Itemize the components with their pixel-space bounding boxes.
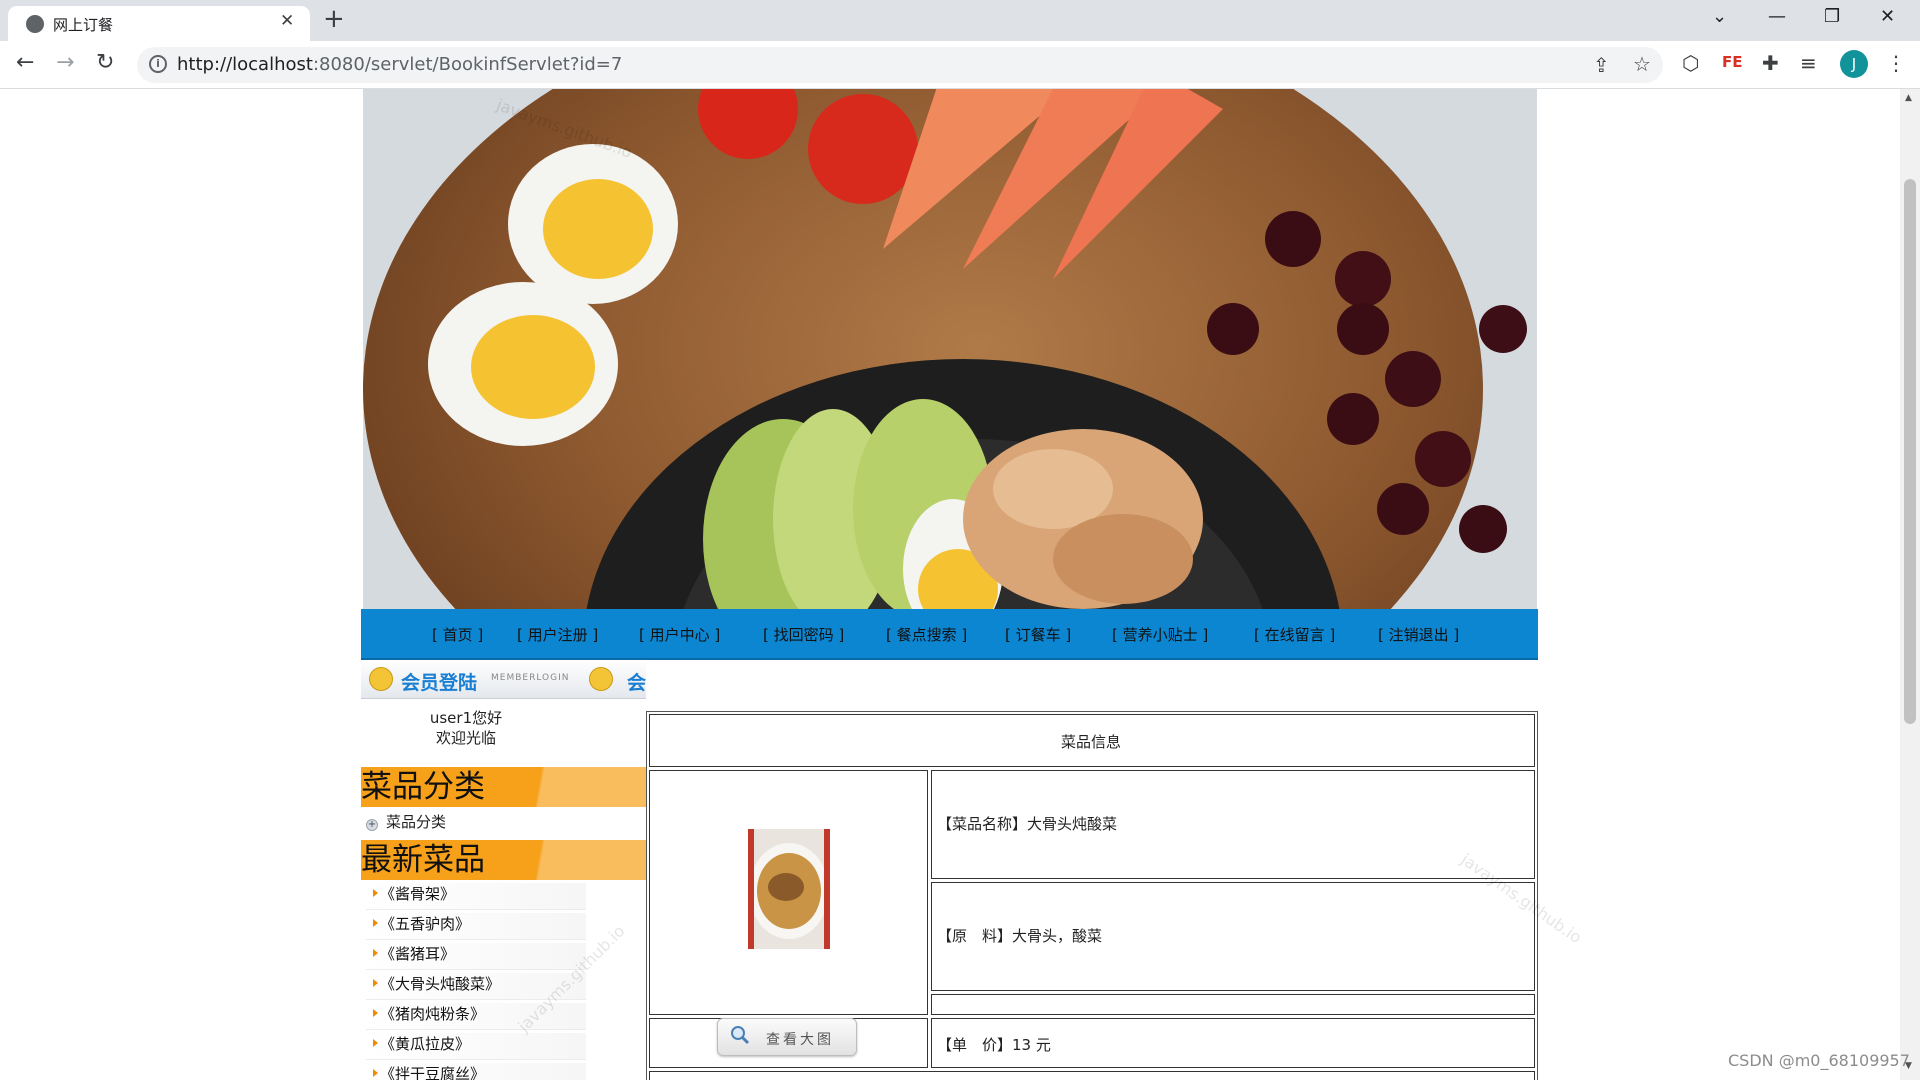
nav-order-cart[interactable]: [ 订餐车 ] — [1005, 624, 1071, 645]
page-viewport: javayms.github.io [ 首页 ] [ 用户注册 ] [ 用户中心… — [0, 89, 1900, 1080]
nav-nutrition-tips[interactable]: [ 营养小贴士 ] — [1112, 624, 1208, 645]
latest-dish-item[interactable]: 《五香驴肉》 — [366, 913, 586, 940]
spacer-cell — [931, 994, 1535, 1015]
extensions-puzzle-icon[interactable]: ✚ — [1762, 51, 1779, 75]
magnifier-icon — [731, 1026, 750, 1045]
reload-icon[interactable]: ↻ — [96, 50, 114, 75]
member-login-title: 会员登陆 — [401, 672, 478, 694]
latest-dish-label: 《拌干豆腐丝》 — [380, 1065, 486, 1080]
nav-user-center[interactable]: [ 用户中心 ] — [639, 624, 720, 645]
member-badge-icon — [369, 667, 393, 691]
tab-strip: 网上订餐 ✕ + ⌄ — ❐ ✕ — [0, 0, 1920, 41]
globe-icon — [26, 15, 44, 33]
scroll-up-arrow-icon[interactable]: ▲ — [1905, 93, 1912, 103]
member-badge-icon — [589, 667, 613, 691]
forward-icon[interactable]: → — [56, 50, 74, 75]
reading-list-icon[interactable]: ≡ — [1800, 51, 1817, 75]
bullet-arrow-icon — [373, 1069, 378, 1077]
tab-search-icon[interactable]: ⌄ — [1712, 6, 1727, 27]
latest-dish-label: 《大骨头炖酸菜》 — [380, 975, 501, 993]
fe-extension-icon[interactable]: FE — [1722, 53, 1743, 71]
menu-kebab-icon[interactable]: ⋮ — [1886, 51, 1906, 75]
category-heading: 菜品分类 — [361, 767, 646, 807]
view-big-image-label: 查看大图 — [766, 1032, 834, 1048]
bullet-arrow-icon — [373, 1039, 378, 1047]
table-header: 菜品信息 — [1061, 733, 1122, 751]
bookmark-star-icon[interactable]: ☆ — [1633, 52, 1651, 76]
latest-dish-item[interactable]: 《拌干豆腐丝》 — [366, 1063, 586, 1080]
expand-plus-icon[interactable]: + — [366, 819, 378, 831]
view-big-image-button[interactable]: 查看大图 — [717, 1018, 857, 1056]
close-tab-icon[interactable]: ✕ — [280, 11, 294, 31]
site-info-icon[interactable]: i — [149, 55, 167, 73]
member-login-title-repeat: 会 — [627, 672, 647, 694]
nav-home[interactable]: [ 首页 ] — [432, 624, 483, 645]
bullet-arrow-icon — [373, 979, 378, 987]
browser-tab[interactable]: 网上订餐 ✕ — [8, 6, 310, 41]
bullet-arrow-icon — [373, 889, 378, 897]
nav-register[interactable]: [ 用户注册 ] — [517, 624, 598, 645]
bullet-arrow-icon — [373, 949, 378, 957]
bullet-arrow-icon — [373, 919, 378, 927]
category-heading-text: 菜品分类 — [361, 769, 485, 805]
bullet-arrow-icon — [373, 1009, 378, 1017]
page-scrollbar[interactable]: ▲ ▼ — [1900, 89, 1920, 1080]
greeting-welcome: 欢迎光临 — [435, 729, 496, 747]
dish-ingredients: 【原 料】大骨头，酸菜 — [937, 927, 1103, 945]
scrollbar-thumb[interactable] — [1904, 179, 1916, 724]
latest-dish-label: 《五香驴肉》 — [380, 915, 471, 933]
table-row-partial — [649, 1071, 1535, 1080]
latest-dish-item[interactable]: 《酱猪耳》 — [366, 943, 586, 970]
latest-dishes-heading: 最新菜品 — [361, 840, 646, 880]
back-icon[interactable]: ← — [16, 50, 34, 75]
nav-find-password[interactable]: [ 找回密码 ] — [763, 624, 844, 645]
member-login-header: 会员登陆 MEMBERLOGIN 会 — [361, 660, 646, 699]
latest-dish-label: 《酱骨架》 — [380, 885, 456, 903]
csdn-watermark: CSDN @m0_68109957 — [1728, 1051, 1910, 1070]
dish-price: 【单 价】13 元 — [937, 1036, 1051, 1054]
nav-meal-search[interactable]: [ 餐点搜索 ] — [886, 624, 967, 645]
address-bar[interactable]: i http://localhost:8080/servlet/BookinfS… — [137, 47, 1663, 83]
url-path: :8080/servlet/BookinfServlet?id=7 — [312, 54, 623, 75]
nav-online-message[interactable]: [ 在线留言 ] — [1254, 624, 1335, 645]
main-nav-bar: [ 首页 ] [ 用户注册 ] [ 用户中心 ] [ 找回密码 ] [ 餐点搜索… — [361, 609, 1538, 660]
nav-logout[interactable]: [ 注销退出 ] — [1378, 624, 1459, 645]
restore-button[interactable]: ❐ — [1824, 6, 1840, 27]
profile-avatar[interactable]: J — [1840, 50, 1868, 78]
url-host: http://localhost — [177, 54, 313, 75]
category-link[interactable]: + 菜品分类 — [366, 811, 446, 832]
tab-title: 网上订餐 — [53, 16, 114, 34]
extension-icon[interactable]: ⬡ — [1682, 51, 1699, 75]
category-link-text: 菜品分类 — [386, 813, 447, 831]
browser-toolbar: ← → ↻ i http://localhost:8080/servlet/Bo… — [0, 41, 1920, 89]
url-text[interactable]: http://localhost:8080/servlet/BookinfSer… — [177, 54, 622, 75]
latest-dish-item[interactable]: 《酱骨架》 — [366, 883, 586, 910]
share-icon[interactable]: ⇪ — [1593, 53, 1610, 77]
dish-name: 【菜品名称】大骨头炖酸菜 — [937, 815, 1118, 833]
latest-dish-label: 《黄瓜拉皮》 — [380, 1035, 471, 1053]
dish-thumbnail[interactable] — [748, 829, 830, 949]
close-window-button[interactable]: ✕ — [1880, 6, 1895, 27]
latest-dish-label: 《猪肉炖粉条》 — [380, 1005, 486, 1023]
latest-dish-item[interactable]: 《黄瓜拉皮》 — [366, 1033, 586, 1060]
latest-dish-label: 《酱猪耳》 — [380, 945, 456, 963]
member-login-subtitle: MEMBERLOGIN — [491, 673, 570, 683]
new-tab-button[interactable]: + — [323, 4, 345, 34]
dish-thumbnail-picture — [748, 829, 830, 949]
latest-dishes-heading-text: 最新菜品 — [361, 842, 485, 878]
banner-food-image: javayms.github.io — [363, 89, 1537, 609]
banner-illustration — [363, 89, 1537, 609]
minimize-button[interactable]: — — [1768, 6, 1786, 27]
greeting-user: user1您好 — [429, 709, 503, 727]
